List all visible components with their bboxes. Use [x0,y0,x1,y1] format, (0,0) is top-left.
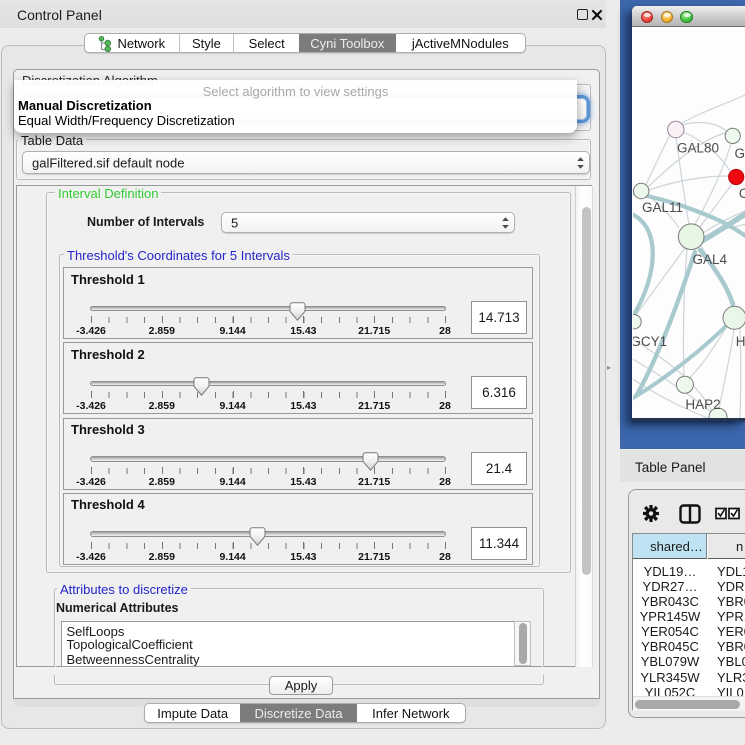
svg-text:GA: GA [735,146,745,161]
svg-text:C: C [739,186,745,201]
svg-text:GAL11: GAL11 [642,200,683,215]
svg-text:HAP2: HAP2 [685,397,720,412]
svg-text:GAL4: GAL4 [693,252,728,267]
svg-text:GCY1: GCY1 [633,334,667,349]
svg-text:GAL80: GAL80 [677,141,719,156]
svg-text:H: H [736,334,745,349]
